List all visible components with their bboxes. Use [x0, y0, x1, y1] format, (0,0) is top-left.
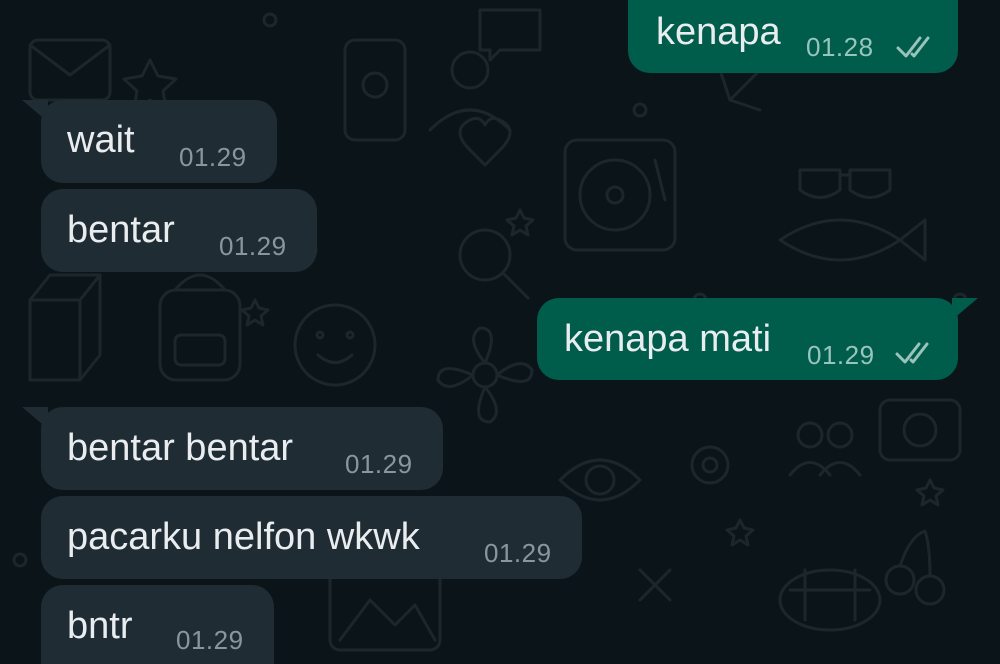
message-time: 01.29 — [807, 340, 875, 370]
message-time: 01.28 — [806, 32, 874, 62]
message-time: 01.29 — [176, 625, 244, 655]
message-bubble-incoming[interactable]: wait 01.29 — [41, 100, 277, 183]
message-text: kenapa mati — [564, 318, 772, 360]
message-bubble-incoming[interactable]: bntr 01.29 — [41, 585, 274, 664]
message-text: wait — [67, 119, 135, 161]
message-time: 01.29 — [345, 449, 413, 479]
message-text: bntr — [67, 605, 133, 647]
message-text: pacarku nelfon wkwk — [67, 516, 420, 558]
message-time: 01.29 — [484, 538, 552, 568]
message-text: bentar — [67, 209, 175, 251]
message-text: bentar bentar — [67, 427, 294, 469]
message-bubble-incoming[interactable]: bentar 01.29 — [41, 189, 317, 272]
message-text: kenapa — [656, 11, 781, 53]
chat-conversation[interactable]: kenapa 01.28 wait 01.29 bentar 01.29 ken… — [0, 0, 1000, 664]
double-check-icon — [896, 36, 930, 58]
message-time: 01.29 — [179, 142, 247, 172]
message-bubble-outgoing[interactable]: kenapa 01.28 — [628, 0, 958, 73]
message-time: 01.29 — [219, 231, 287, 261]
message-bubble-incoming[interactable]: pacarku nelfon wkwk 01.29 — [41, 496, 582, 579]
message-bubble-incoming[interactable]: bentar bentar 01.29 — [41, 407, 443, 490]
double-check-icon — [895, 342, 929, 364]
message-bubble-outgoing[interactable]: kenapa mati 01.29 — [537, 298, 958, 380]
